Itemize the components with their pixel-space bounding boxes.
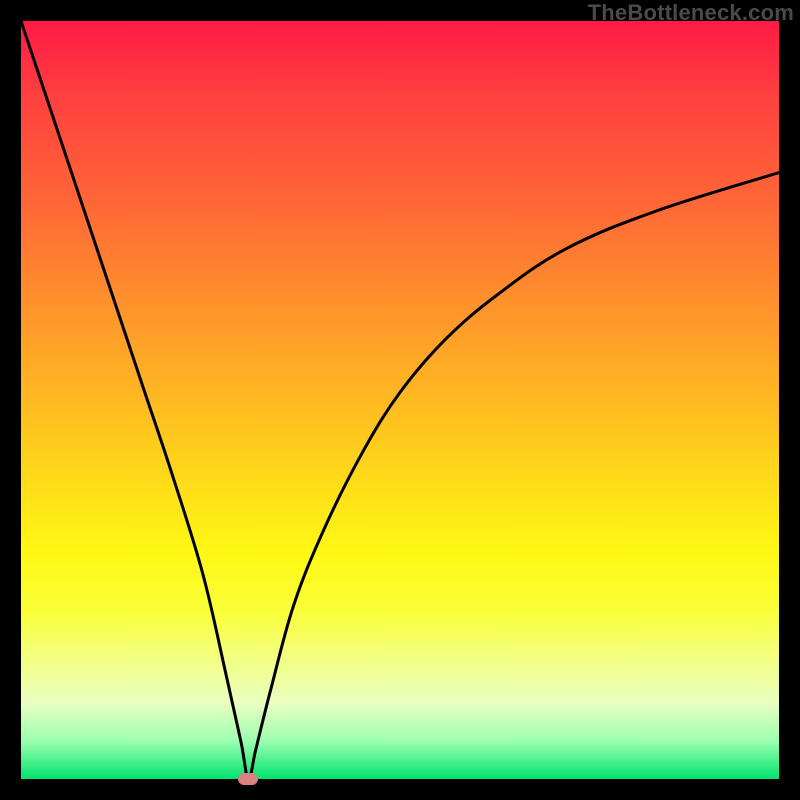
chart-frame xyxy=(21,21,779,779)
minimum-marker xyxy=(238,773,258,785)
bottleneck-curve xyxy=(21,21,779,779)
watermark-text: TheBottleneck.com xyxy=(588,0,794,26)
